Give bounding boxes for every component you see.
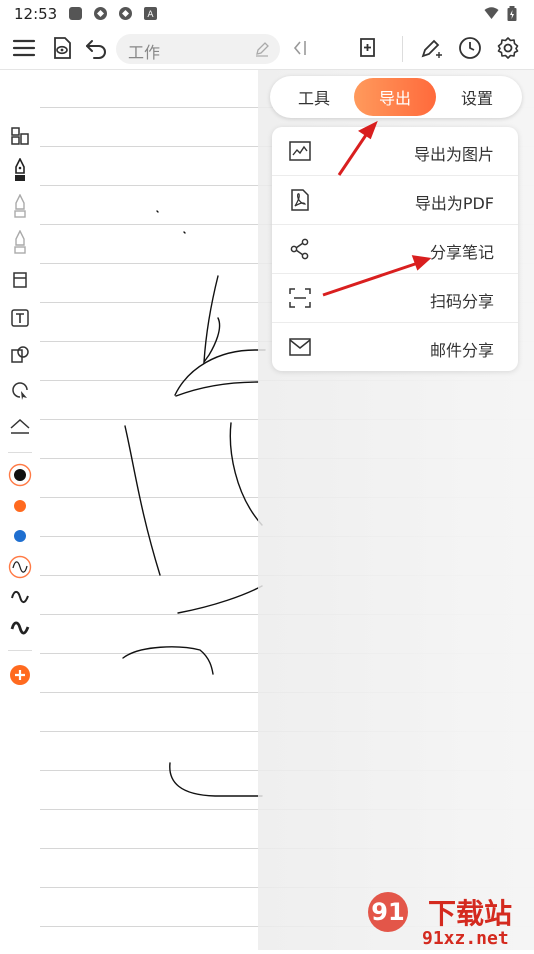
watermark-logo: 91 下载站 91xz.net <box>360 888 534 950</box>
svg-text:91: 91 <box>371 898 404 926</box>
annotation-arrow-export-tab <box>337 131 370 176</box>
annotation-arrows <box>322 120 432 297</box>
watermark-domain: 91xz.net <box>422 928 509 949</box>
watermark-brand: 下载站 <box>428 897 513 930</box>
annotation-arrow-share-note <box>322 261 419 297</box>
